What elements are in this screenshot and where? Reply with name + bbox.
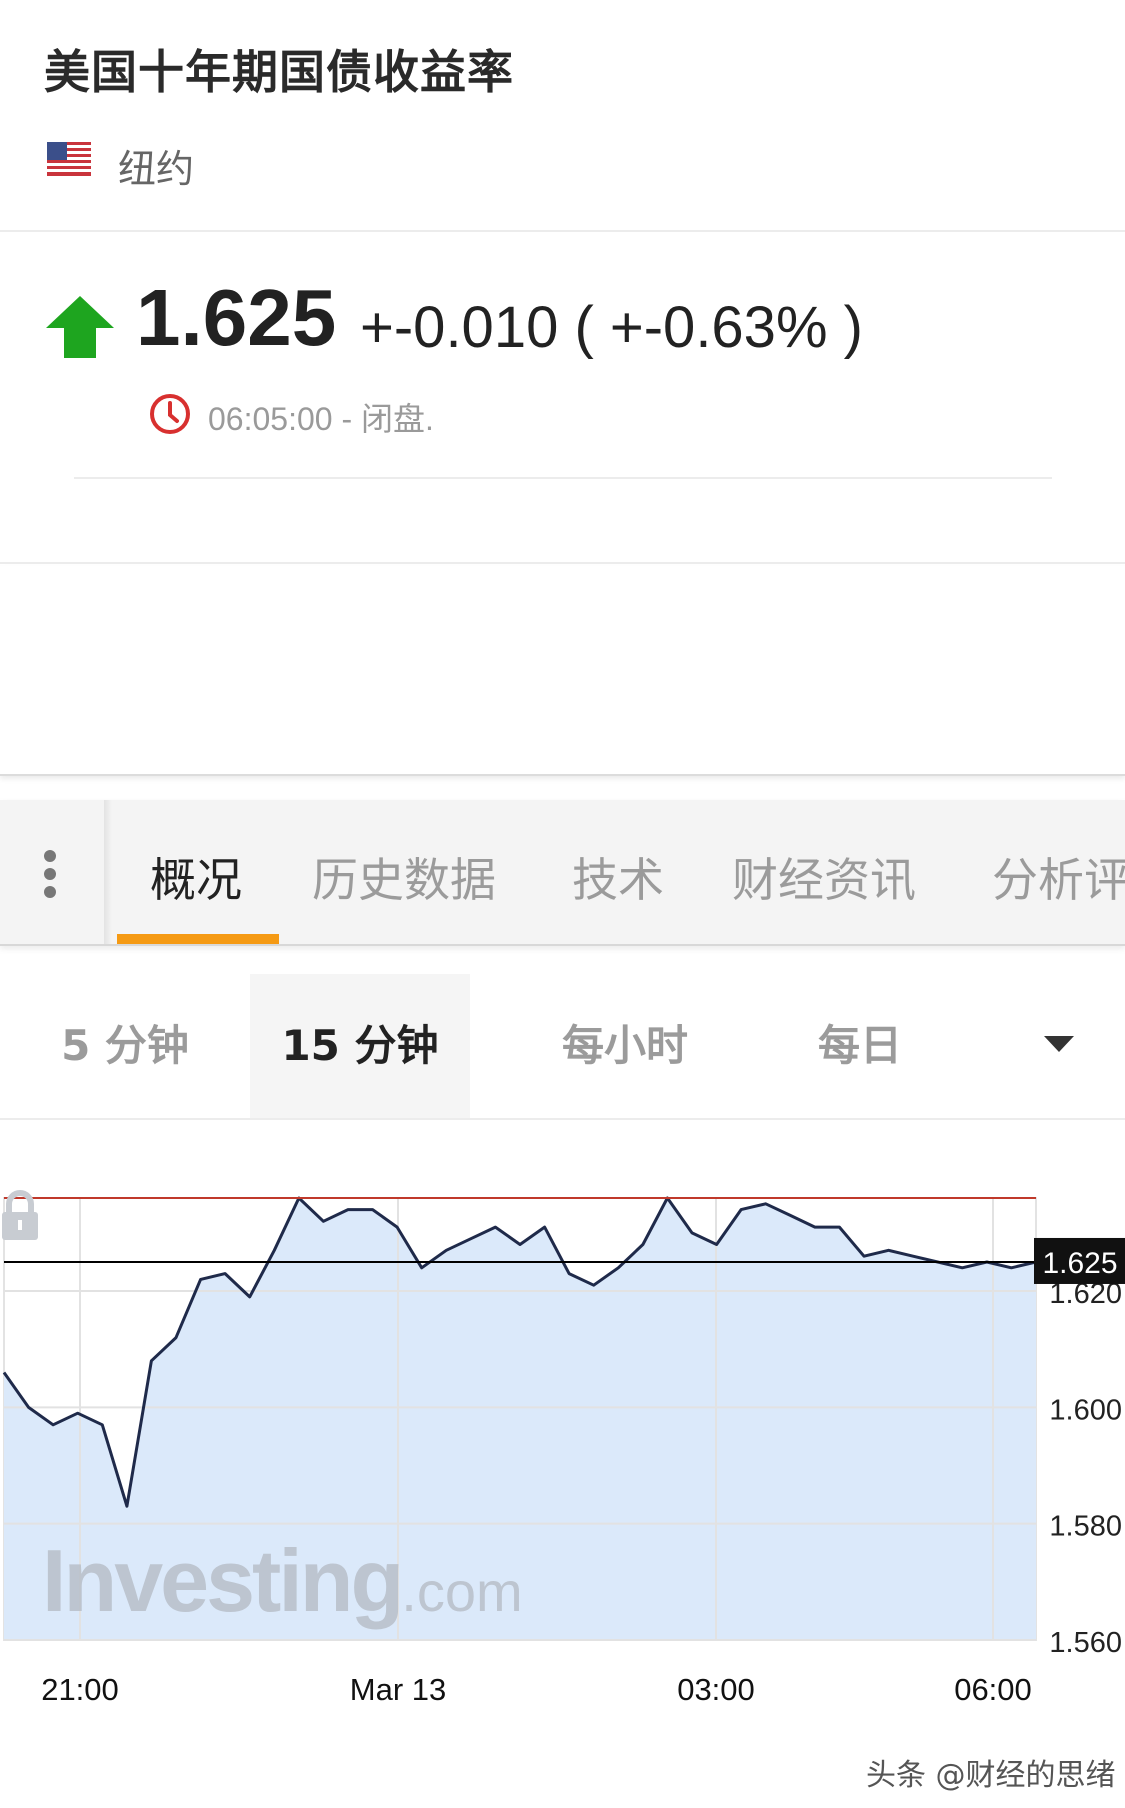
clock-icon (150, 394, 190, 434)
us-flag-icon (47, 142, 91, 176)
x-tick-label: 06:00 (954, 1672, 1032, 1707)
investing-watermark: Investing.com (42, 1531, 523, 1630)
tab-historical-data[interactable]: 历史数据 (312, 844, 496, 910)
interval-hourly[interactable]: 每小时 (510, 974, 740, 1118)
blank-panel (0, 566, 1125, 776)
more-options-icon[interactable] (38, 850, 62, 900)
last-price: 1.625 (136, 273, 337, 362)
x-tick-label: Mar 13 (350, 1672, 446, 1707)
interval-daily[interactable]: 每日 (750, 974, 970, 1118)
tab-overview[interactable]: 概况 (150, 844, 242, 910)
market-status-time: 06:05:00 - 闭盘. (208, 401, 434, 437)
y-tick-label: 1.600 (1049, 1394, 1122, 1426)
interval-selector: 5 分钟 15 分钟 每小时 每日 (0, 974, 1125, 1120)
interval-5min[interactable]: 5 分钟 (0, 974, 250, 1118)
y-tick-label: 1.560 (1049, 1627, 1122, 1659)
current-value-label: 1.625 (1042, 1247, 1117, 1280)
y-tick-label: 1.580 (1049, 1511, 1122, 1543)
source-credit: 头条 @财经的思绪 (866, 1758, 1116, 1793)
divider (74, 477, 1052, 479)
instrument-header: 美国十年期国债收益率 纽约 (0, 0, 1125, 232)
chevron-down-icon[interactable] (1044, 1036, 1074, 1054)
chart-canvas: 1.6201.6001.5801.5601.62521:00 Mar 13 03:0… (2, 1196, 1125, 1707)
price-change: +-0.010 ( +-0.63% ) (360, 295, 863, 360)
tab-news[interactable]: 财经资讯 (732, 844, 916, 910)
x-tick-label: 03:00 (677, 1672, 755, 1707)
tab-scroll-shadow (104, 800, 112, 944)
section-tabs: 概况 历史数据 技术 财经资讯 分析评 (0, 800, 1125, 946)
exchange-location: 纽约 (118, 147, 195, 191)
lock-icon[interactable] (0, 1190, 40, 1242)
up-arrow-icon (46, 296, 114, 358)
instrument-title: 美国十年期国债收益率 (44, 45, 514, 99)
interval-15min[interactable]: 15 分钟 (250, 974, 470, 1118)
active-tab-indicator (117, 934, 279, 944)
tab-technical[interactable]: 技术 (572, 844, 664, 910)
quote-panel: 1.625 +-0.010 ( +-0.63% ) 06:05:00 - 闭盘. (0, 234, 1125, 564)
price-chart[interactable]: 1.620 1.600 1.580 1.560 1.625 21:00 Mar 13 03:0… (0, 1190, 1125, 1730)
tab-analysis[interactable]: 分析评 (992, 844, 1125, 910)
x-tick-label: 21:00 (41, 1672, 119, 1707)
